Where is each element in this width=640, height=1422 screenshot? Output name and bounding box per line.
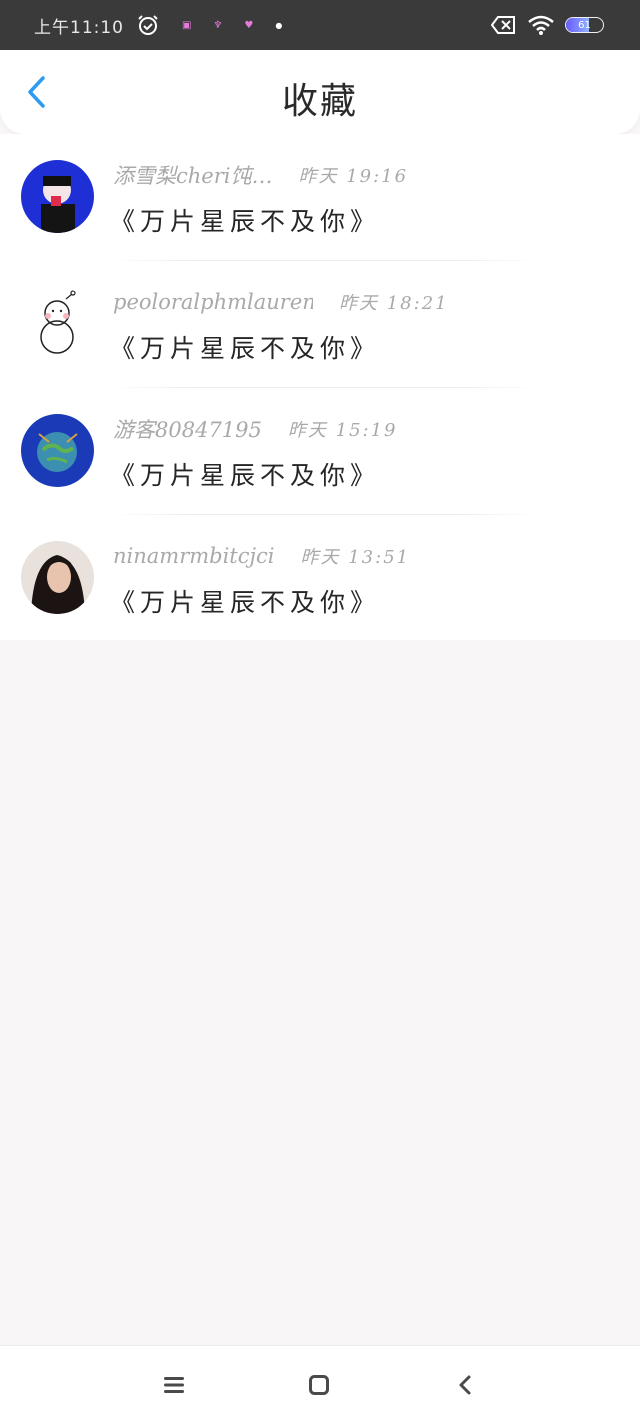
row-meta: ninamrmbitcjci 昨天 13:51 [113, 541, 410, 571]
status-bar: 上午11:10 ▣ ♆ ♥ ● 61 [0, 0, 640, 50]
avatar [21, 541, 94, 614]
wifi-icon [528, 15, 554, 35]
back-nav-button[interactable] [450, 1370, 480, 1400]
user-name: ninamrmbitcjci [113, 544, 275, 568]
system-nav-bar [0, 1345, 640, 1422]
alarm-icon [138, 15, 158, 35]
list-item[interactable]: peoloralphmlauren 昨天 18:21 《万片星辰不及你》 [0, 261, 640, 388]
home-button[interactable] [304, 1370, 334, 1400]
home-icon [309, 1375, 329, 1395]
header: 收藏 [0, 50, 640, 134]
more-notifications-icon: ● [275, 20, 283, 30]
row-meta: peoloralphmlauren 昨天 18:21 [113, 287, 449, 317]
item-title: 《万片星辰不及你》 [110, 334, 381, 363]
user-name: 添雪梨cheri饨… [113, 164, 273, 188]
item-title: 《万片星辰不及你》 [110, 461, 381, 490]
timestamp: 昨天 13:51 [300, 547, 411, 568]
battery-indicator: 61 [565, 17, 604, 33]
favorites-list: 添雪梨cheri饨… 昨天 19:16 《万片星辰不及你》 peoloralph… [0, 134, 640, 640]
notification-icon: ♆ [213, 19, 223, 31]
notification-icon: ♥ [244, 19, 254, 31]
back-icon [459, 1375, 471, 1395]
timestamp: 昨天 15:19 [287, 420, 398, 441]
no-sim-icon [491, 16, 515, 34]
item-title: 《万片星辰不及你》 [110, 207, 381, 236]
user-name: 游客80847195 [113, 418, 262, 442]
status-right: 61 [491, 0, 604, 50]
avatar [21, 160, 94, 233]
page-title: 收藏 [281, 81, 358, 122]
timestamp: 昨天 19:16 [298, 166, 409, 187]
menu-button[interactable] [159, 1370, 189, 1400]
menu-icon [164, 1377, 184, 1393]
avatar [21, 287, 94, 360]
list-item[interactable]: 游客80847195 昨天 15:19 《万片星辰不及你》 [0, 388, 640, 515]
row-meta: 游客80847195 昨天 15:19 [113, 414, 398, 444]
status-icons: ▣ ♆ ♥ ● [132, 13, 282, 37]
list-item[interactable]: ninamrmbitcjci 昨天 13:51 《万片星辰不及你》 [0, 515, 640, 642]
user-name: peoloralphmlauren [113, 290, 313, 314]
list-item[interactable]: 添雪梨cheri饨… 昨天 19:16 《万片星辰不及你》 [0, 134, 640, 261]
row-meta: 添雪梨cheri饨… 昨天 19:16 [113, 160, 408, 190]
avatar [21, 414, 94, 487]
notification-icon: ▣ [182, 19, 192, 31]
item-title: 《万片星辰不及你》 [110, 588, 381, 617]
battery-level: 61 [578, 19, 591, 31]
timestamp: 昨天 18:21 [339, 293, 449, 314]
status-time: 上午11:10 [34, 17, 124, 38]
